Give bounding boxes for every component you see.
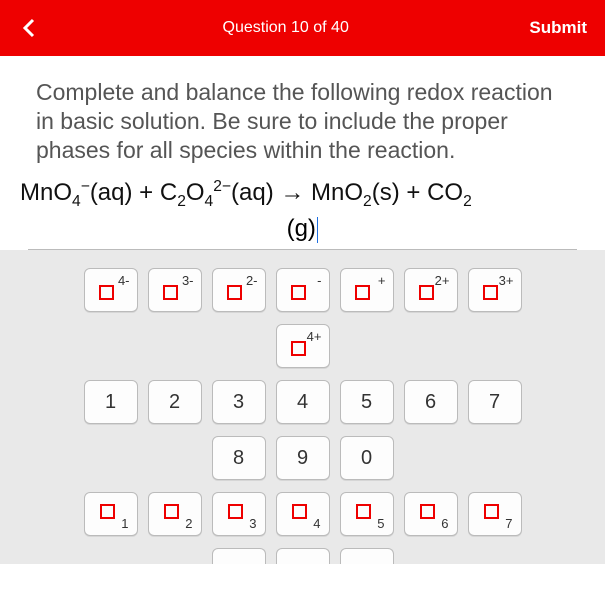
submit-button[interactable]: Submit [529,18,587,38]
key-subscript-1[interactable]: 1 [84,492,138,536]
equation-line2[interactable]: (g) [0,211,605,243]
key-charge-+[interactable]: + [340,268,394,312]
key-digit-4[interactable]: 4 [276,380,330,424]
key-subscript-7[interactable]: 7 [468,492,522,536]
key-charge-2-[interactable]: 2- [212,268,266,312]
key-subscript-5[interactable]: 5 [340,492,394,536]
key-subscript-4[interactable]: 4 [276,492,330,536]
key-charge-4+[interactable]: 4+ [276,324,330,368]
back-button[interactable] [18,16,42,40]
key-subscript-6[interactable]: 6 [404,492,458,536]
key-subscript-2[interactable]: 2 [148,492,202,536]
equation-line2-text: (g) [287,215,316,242]
key-charge-2+[interactable]: 2+ [404,268,458,312]
key-partial[interactable] [212,548,266,564]
key-partial[interactable] [340,548,394,564]
keypad: 4-3-2--+2+3+ 4+ 1234567 890 1234567 [0,250,605,564]
key-charge-3-[interactable]: 3- [148,268,202,312]
key-subscript-3[interactable]: 3 [212,492,266,536]
key-digit-7[interactable]: 7 [468,380,522,424]
key-digit-9[interactable]: 9 [276,436,330,480]
key-digit-6[interactable]: 6 [404,380,458,424]
key-digit-8[interactable]: 8 [212,436,266,480]
key-digit-0[interactable]: 0 [340,436,394,480]
key-digit-5[interactable]: 5 [340,380,394,424]
key-charge-4-[interactable]: 4- [84,268,138,312]
key-charge--[interactable]: - [276,268,330,312]
key-digit-1[interactable]: 1 [84,380,138,424]
question-counter: Question 10 of 40 [223,19,349,37]
key-digit-3[interactable]: 3 [212,380,266,424]
key-charge-3+[interactable]: 3+ [468,268,522,312]
question-prompt: Complete and balance the following redox… [0,56,605,174]
text-cursor [317,217,319,243]
equation-line1: MnO4−(aq) + C2O42−(aq) → MnO2(s) + CO2 [0,174,605,211]
key-digit-2[interactable]: 2 [148,380,202,424]
key-partial[interactable] [276,548,330,564]
